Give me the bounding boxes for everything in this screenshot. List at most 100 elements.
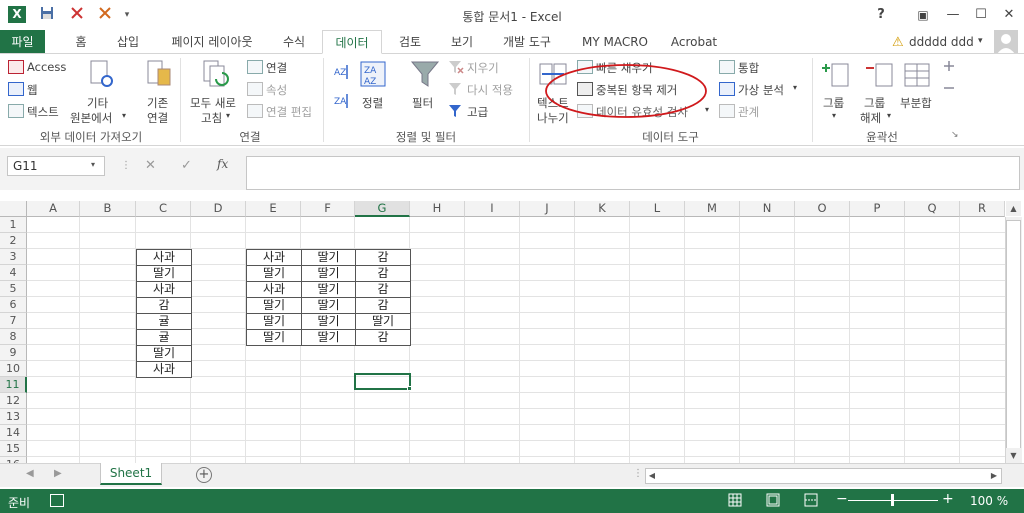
column-header-c[interactable]: C xyxy=(136,201,191,217)
column-header-o[interactable]: O xyxy=(795,201,850,217)
column-header-l[interactable]: L xyxy=(630,201,685,217)
hide-detail-icon[interactable] xyxy=(942,82,956,94)
cell-G4[interactable]: 감 xyxy=(355,265,411,282)
tab-my-macro[interactable]: MY MACRO xyxy=(578,30,652,54)
column-header-g[interactable]: G xyxy=(355,201,410,217)
row-header-7[interactable]: 7 xyxy=(0,313,27,329)
select-all-corner[interactable] xyxy=(0,201,27,217)
cell-G3[interactable]: 감 xyxy=(355,249,411,266)
edit-links-button[interactable]: 연결 편집 xyxy=(266,104,312,120)
tab-page-layout[interactable]: 페이지 레이아웃 xyxy=(160,30,264,54)
tab-view[interactable]: 보기 xyxy=(444,30,480,54)
cell-E6[interactable]: 딸기 xyxy=(246,297,302,314)
cell-C3[interactable]: 사과 xyxy=(136,249,192,266)
properties-button[interactable]: 속성 xyxy=(266,82,287,98)
tab-review[interactable]: 검토 xyxy=(392,30,428,54)
fill-handle[interactable] xyxy=(407,386,412,391)
cell-C4[interactable]: 딸기 xyxy=(136,265,192,282)
cell-C7[interactable]: 귤 xyxy=(136,313,192,330)
other-sources-label-1[interactable]: 기타 xyxy=(87,95,108,111)
column-header-k[interactable]: K xyxy=(575,201,630,217)
row-header-4[interactable]: 4 xyxy=(0,265,27,281)
existing-connections-label-2[interactable]: 연결 xyxy=(147,110,168,126)
maximize-button[interactable]: ☐ xyxy=(970,6,992,24)
tab-home[interactable]: 홈 xyxy=(66,30,96,54)
page-break-view-icon[interactable] xyxy=(804,493,818,507)
scroll-thumb[interactable] xyxy=(1006,220,1021,456)
advanced-button[interactable]: 고급 xyxy=(467,104,488,120)
reapply-button[interactable]: 다시 적용 xyxy=(467,82,513,98)
scroll-right-icon[interactable]: ▶ xyxy=(987,469,1001,483)
cell-F7[interactable]: 딸기 xyxy=(301,313,356,330)
column-header-b[interactable]: B xyxy=(80,201,136,217)
column-header-f[interactable]: F xyxy=(301,201,355,217)
cell-G7[interactable]: 딸기 xyxy=(355,313,411,330)
cell-C8[interactable]: 귤 xyxy=(136,329,192,346)
column-header-r[interactable]: R xyxy=(960,201,1005,217)
name-box-chevron-icon[interactable]: ▾ xyxy=(91,160,95,169)
cell-C9[interactable]: 딸기 xyxy=(136,345,192,362)
tab-data[interactable]: 데이터 xyxy=(322,30,382,54)
cell-F6[interactable]: 딸기 xyxy=(301,297,356,314)
column-header-h[interactable]: H xyxy=(410,201,465,217)
cell-F4[interactable]: 딸기 xyxy=(301,265,356,282)
row-header-3[interactable]: 3 xyxy=(0,249,27,265)
horizontal-scrollbar[interactable] xyxy=(645,468,1002,484)
column-header-a[interactable]: A xyxy=(27,201,80,217)
column-header-i[interactable]: I xyxy=(465,201,520,217)
sort-az-icon[interactable]: AZ xyxy=(333,63,351,81)
sheet-tab-sheet1[interactable]: Sheet1 xyxy=(100,463,162,485)
new-sheet-button[interactable]: + xyxy=(196,467,212,483)
what-if-chevron-icon[interactable]: ▾ xyxy=(793,83,797,92)
other-sources-chevron-icon[interactable]: ▾ xyxy=(122,111,126,120)
consolidate-button[interactable]: 통합 xyxy=(738,60,759,76)
refresh-all-chevron-icon[interactable]: ▾ xyxy=(226,111,230,120)
refresh-all-label-1[interactable]: 모두 새로 xyxy=(190,95,236,111)
text-button[interactable]: 텍스트 xyxy=(27,104,59,120)
scroll-up-icon[interactable]: ▲ xyxy=(1006,201,1021,216)
tab-file[interactable]: 파일 xyxy=(0,30,45,54)
minimize-button[interactable]: — xyxy=(942,6,964,24)
tab-acrobat[interactable]: Acrobat xyxy=(668,30,720,54)
normal-view-icon[interactable] xyxy=(728,493,742,507)
connections-button[interactable]: 연결 xyxy=(266,60,287,76)
relationships-button[interactable]: 관계 xyxy=(738,104,759,120)
ungroup-chevron-icon[interactable]: ▾ xyxy=(887,111,891,120)
what-if-button[interactable]: 가상 분석 xyxy=(738,82,784,98)
row-header-2[interactable]: 2 xyxy=(0,233,27,249)
group-button[interactable]: 그룹 xyxy=(823,95,844,111)
formula-input[interactable] xyxy=(246,156,1020,190)
row-header-12[interactable]: 12 xyxy=(0,393,27,409)
other-sources-label-2[interactable]: 원본에서 xyxy=(70,110,112,126)
filter-button[interactable]: 필터 xyxy=(412,95,433,111)
row-header-9[interactable]: 9 xyxy=(0,345,27,361)
row-header-14[interactable]: 14 xyxy=(0,425,27,441)
cell-E5[interactable]: 사과 xyxy=(246,281,302,298)
column-header-j[interactable]: J xyxy=(520,201,575,217)
sheet-prev-icon[interactable]: ◀ xyxy=(26,468,34,479)
cell-F5[interactable]: 딸기 xyxy=(301,281,356,298)
zoom-level[interactable]: 100 % xyxy=(970,494,1008,508)
row-header-1[interactable]: 1 xyxy=(0,217,27,233)
access-button[interactable]: Access xyxy=(27,60,66,74)
help-button[interactable]: ? xyxy=(870,6,892,24)
user-name[interactable]: ddddd ddd xyxy=(909,35,974,49)
column-header-p[interactable]: P xyxy=(850,201,905,217)
sort-button[interactable]: 정렬 xyxy=(362,95,383,111)
cell-G8[interactable]: 감 xyxy=(355,329,411,346)
cell-F8[interactable]: 딸기 xyxy=(301,329,356,346)
refresh-all-label-2[interactable]: 고침 xyxy=(201,110,222,126)
cell-C5[interactable]: 사과 xyxy=(136,281,192,298)
cell-F3[interactable]: 딸기 xyxy=(301,249,356,266)
row-header-8[interactable]: 8 xyxy=(0,329,27,345)
row-header-15[interactable]: 15 xyxy=(0,441,27,457)
zoom-in-button[interactable]: + xyxy=(942,491,954,507)
column-header-n[interactable]: N xyxy=(740,201,795,217)
scroll-left-icon[interactable]: ◀ xyxy=(645,469,659,483)
cell-C10[interactable]: 사과 xyxy=(136,361,192,378)
row-header-6[interactable]: 6 xyxy=(0,297,27,313)
ungroup-label-2[interactable]: 해제 xyxy=(860,110,881,126)
avatar[interactable] xyxy=(994,30,1018,54)
sheet-next-icon[interactable]: ▶ xyxy=(54,468,62,479)
clear-button[interactable]: 지우기 xyxy=(467,60,499,76)
